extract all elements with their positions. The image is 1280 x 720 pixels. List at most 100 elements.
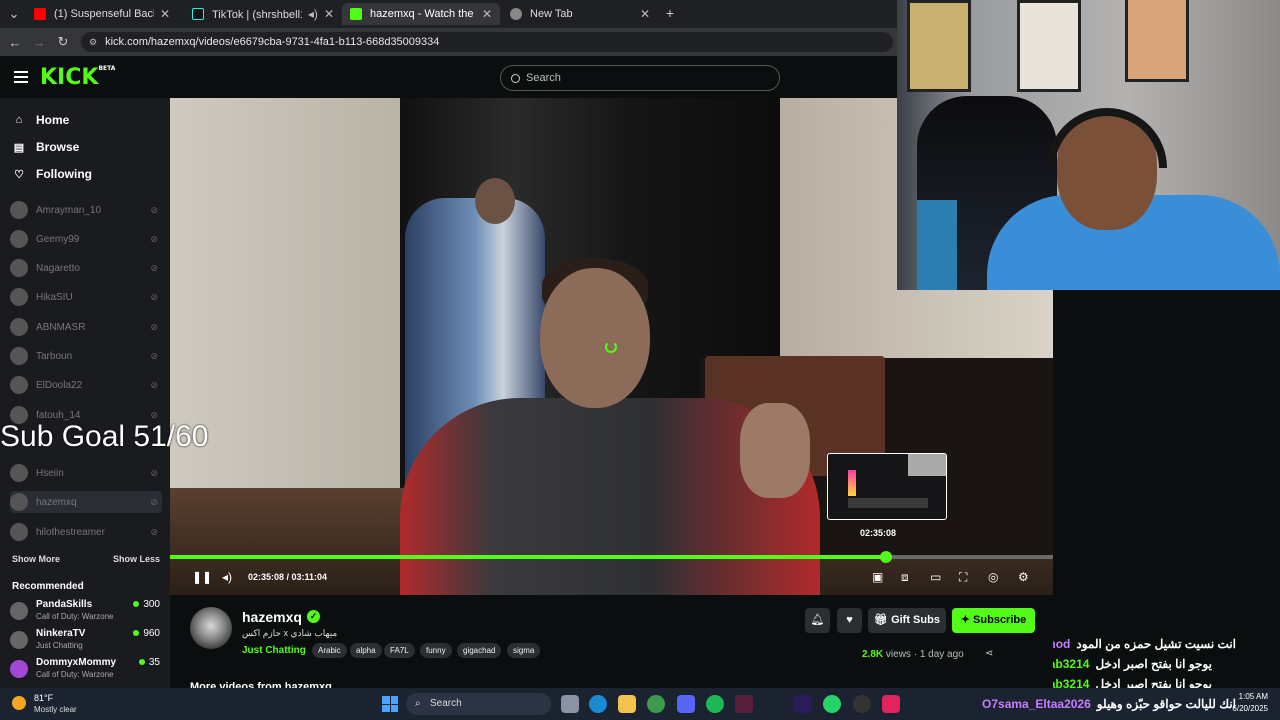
followed-channel[interactable]: Geemy99 ⊘ [10,228,162,250]
close-icon[interactable]: ✕ [640,7,650,21]
poster-frame [1125,0,1189,82]
system-clock[interactable]: 1:05 AM 6/20/2025 [1232,691,1268,715]
show-less-button[interactable]: Show Less [113,554,160,564]
pause-icon[interactable]: ❚❚ [192,570,212,584]
star-icon: ✦ [960,614,974,626]
whatsapp-icon[interactable] [823,695,841,713]
tag[interactable]: alpha [350,643,382,658]
site-info-icon[interactable]: ⚙ [89,37,97,48]
miniplayer-icon[interactable]: ▣ [872,570,883,584]
followed-channel[interactable]: HikaSIU ⊘ [10,286,162,308]
app-icon[interactable] [882,695,900,713]
channel-category: Call of Duty: Warzone [36,670,114,679]
channel-name: fatouh_14 [36,409,81,421]
search-input[interactable]: Search [500,65,780,91]
tab-search-button[interactable]: ⌄ [2,6,26,22]
followed-channel[interactable]: ABNMASR ⊘ [10,316,162,338]
menu-icon[interactable] [14,71,28,83]
url-field[interactable]: ⚙ kick.com/hazemxq/videos/e6679cba-9731-… [81,32,893,52]
tab-new-tab[interactable]: New Tab ✕ [502,3,658,25]
tiktok-icon [192,8,204,20]
avatar [10,464,28,482]
gift-subs-button[interactable]: 🎁︎ Gift Subs [868,608,946,633]
file-explorer-icon[interactable] [618,695,636,713]
sidebar-item-browse[interactable]: ▤ Browse [12,140,80,154]
channel-category: Call of Duty: Warzone [36,612,114,621]
share-icon[interactable]: ⋖ [985,648,993,659]
theater-mode-icon[interactable]: ▭ [930,570,941,584]
sidebar: ⌂ Home ▤ Browse ♡ Following Amrayman_10 ⊘… [0,98,170,688]
category-link[interactable]: Just Chatting [242,645,306,656]
close-icon[interactable]: ✕ [324,7,334,21]
bell-icon: 🔔︎ [810,614,825,626]
recommended-channel[interactable]: PandaSkills Call of Duty: Warzone 300 [10,598,160,624]
tag[interactable]: sigma [507,643,541,658]
task-view-icon[interactable] [561,695,579,713]
windows-start-icon[interactable] [382,696,398,712]
tab-youtube[interactable]: (1) Suspenseful Background Mu ✕ [26,3,178,25]
followed-channel[interactable]: hazemxq ⊘ [10,491,162,513]
avatar[interactable] [190,607,232,649]
speaker-icon[interactable]: ◂) [308,7,318,21]
speed-icon[interactable]: ◎ [988,570,998,584]
show-more-less-row: Show More Show Less [12,554,160,564]
channel-name: Geemy99 [36,233,80,245]
volume-icon[interactable]: ◂) [222,570,232,584]
notification-bell-button[interactable]: 🔔︎ [805,608,830,633]
subscribe-button[interactable]: ✦ Subscribe [952,608,1035,633]
close-icon[interactable]: ✕ [482,7,492,21]
avatar [10,523,28,541]
tab-kick[interactable]: hazemxq - Watch the VOD ✕ [342,3,500,25]
followed-channel[interactable]: hilothestreamer ⊘ [10,521,162,543]
clip-icon[interactable]: ⧈ [901,570,909,585]
obs-icon[interactable] [853,695,871,713]
app-icon[interactable] [735,695,753,713]
tag[interactable]: funny [420,643,452,658]
offline-icon: ⊘ [150,233,158,244]
close-icon[interactable]: ✕ [160,7,170,21]
kick-icon [350,8,362,20]
discord-icon[interactable] [677,695,695,713]
followed-channel[interactable]: Nagaretto ⊘ [10,257,162,279]
preview-content [848,498,928,508]
seek-bar[interactable] [170,551,1053,563]
avatar [10,376,28,394]
sidebar-item-following[interactable]: ♡ Following [12,167,92,181]
spotify-icon[interactable] [706,695,724,713]
kick-header: KICKBETA Search [0,56,897,98]
new-tab-button[interactable]: + [658,5,682,21]
followed-channel[interactable]: Tarboun ⊘ [10,345,162,367]
search-icon: ⌕ [415,698,421,709]
forward-icon[interactable]: → [27,35,51,50]
weather-widget[interactable]: 81°F Mostly clear [12,692,102,716]
tag[interactable]: Arabic [312,643,347,658]
fullscreen-icon[interactable]: ⛶ [959,570,967,585]
recommended-channel[interactable]: NinkeraTV Just Chatting 960 [10,627,160,653]
sidebar-item-home[interactable]: ⌂ Home [12,113,70,127]
tag[interactable]: FA7L [384,643,415,658]
seek-bar-handle[interactable] [880,551,893,563]
channel-name[interactable]: hazemxq [242,609,302,625]
offline-icon: ⊘ [150,526,158,537]
gear-icon[interactable]: ⚙ [1018,570,1029,584]
reload-icon[interactable]: ↻ [51,34,75,50]
channel-name: DommyxMommy [36,657,117,668]
premiere-icon[interactable] [794,695,812,713]
tab-tiktok[interactable]: TikTok | (shrshbell1@) شرشبيل ◂) ✕ [184,3,342,25]
edge-icon[interactable] [589,695,607,713]
follow-button[interactable]: ♥ [837,608,862,633]
taskbar-search[interactable]: ⌕ Search [406,693,551,715]
show-more-button[interactable]: Show More [12,554,60,564]
tag[interactable]: gigachad [457,643,502,658]
followed-channel[interactable]: Hseiin ⊘ [10,462,162,484]
kick-logo[interactable]: KICKBETA [40,65,115,90]
search-placeholder: Search [526,72,561,84]
recommended-channel[interactable]: DommyxMommy Call of Duty: Warzone 35 [10,656,160,682]
offline-icon: ⊘ [150,321,158,332]
followed-channel[interactable]: ElDoola22 ⊘ [10,374,162,396]
followed-channel[interactable]: Amrayman_10 ⊘ [10,199,162,221]
avatar [10,602,28,620]
avatar [10,347,28,365]
back-icon[interactable]: ← [3,35,27,50]
chrome-icon[interactable] [647,695,665,713]
